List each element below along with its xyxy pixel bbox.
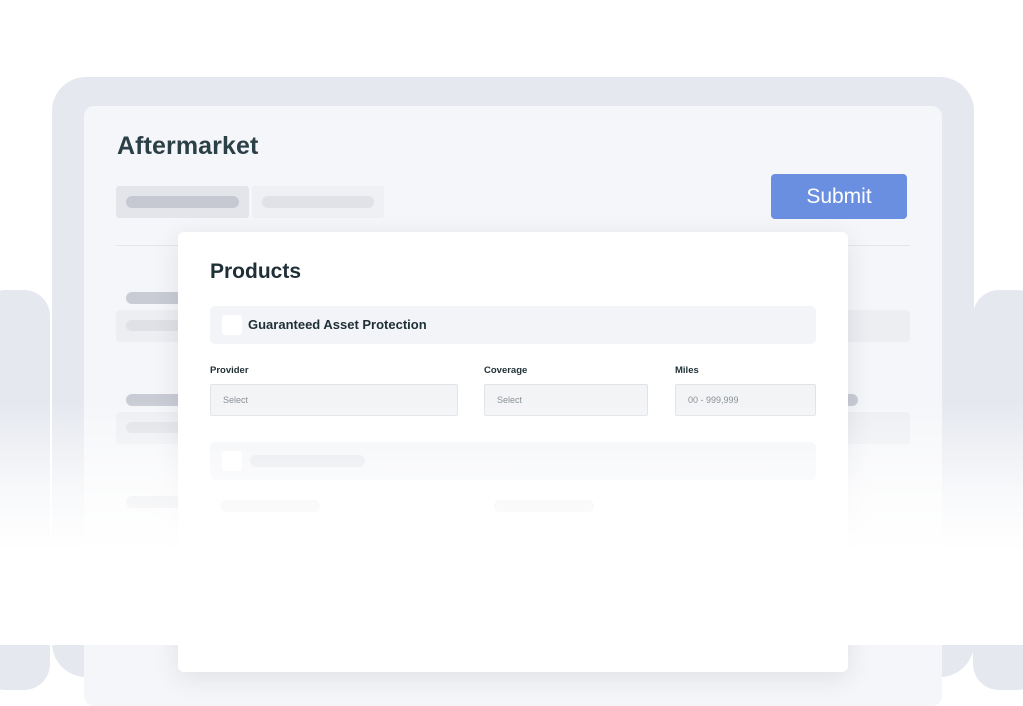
product-label: Guaranteed Asset Protection	[248, 317, 427, 332]
product-label-placeholder	[250, 455, 365, 467]
tab-placeholder[interactable]	[252, 186, 384, 218]
row-label-placeholder	[126, 422, 186, 433]
coverage-select[interactable]: Select	[484, 384, 648, 416]
field-label-placeholder	[494, 500, 594, 512]
tab-placeholder-active[interactable]	[116, 186, 249, 218]
miles-label: Miles	[675, 365, 699, 376]
coverage-label: Coverage	[484, 365, 528, 376]
submit-button[interactable]: Submit	[771, 174, 907, 219]
provider-label: Provider	[210, 365, 249, 376]
tab-label-placeholder	[262, 196, 374, 208]
device-right-edge	[973, 290, 1023, 690]
field-label-placeholder	[220, 500, 320, 512]
miles-input[interactable]: 00 - 999,999	[675, 384, 816, 416]
products-card: Products Guaranteed Asset Protection Pro…	[178, 232, 848, 672]
product-checkbox[interactable]	[222, 315, 242, 335]
device-left-edge	[0, 290, 50, 690]
product-row-placeholder[interactable]	[210, 442, 816, 480]
provider-select[interactable]: Select	[210, 384, 458, 416]
row-label-placeholder	[126, 320, 186, 331]
products-title: Products	[210, 260, 302, 283]
product-row-gap[interactable]: Guaranteed Asset Protection	[210, 306, 816, 344]
page-title: Aftermarket	[117, 132, 259, 160]
tab-label-placeholder	[126, 196, 239, 208]
product-checkbox[interactable]	[222, 451, 242, 471]
